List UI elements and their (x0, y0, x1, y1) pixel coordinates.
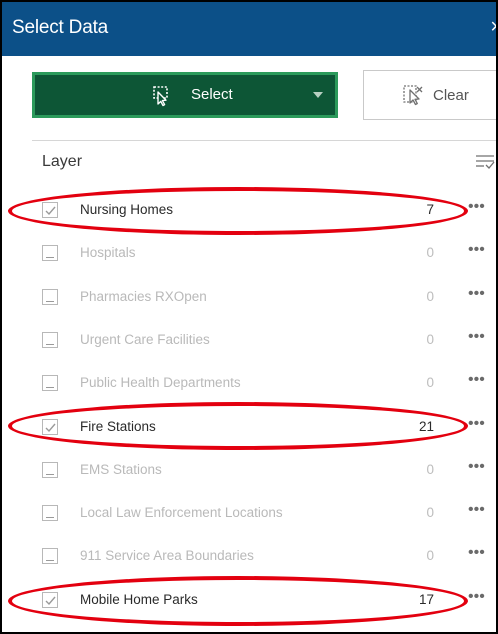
close-icon[interactable]: × (490, 16, 496, 39)
layer-row[interactable]: Mobile Home Parks 17 ••• (2, 579, 496, 622)
clear-button-label: Clear (433, 87, 469, 104)
more-options-icon[interactable]: ••• (468, 415, 485, 433)
checkbox-unchecked[interactable] (42, 245, 58, 262)
layer-selection-count: 0 (426, 245, 434, 261)
checkbox-checked[interactable] (42, 591, 58, 608)
layer-name: Public Health Departments (80, 375, 241, 391)
layer-selection-count: 7 (426, 202, 434, 217)
layer-name: Hospitals (80, 245, 136, 261)
divider (32, 140, 496, 141)
layer-row[interactable]: Public Health Departments 0 ••• (2, 362, 496, 405)
checkbox-unchecked[interactable] (42, 548, 58, 565)
layer-selection-count: 0 (426, 461, 434, 477)
layer-name: Nursing Homes (80, 202, 174, 217)
layer-selection-count: 21 (418, 418, 434, 434)
panel-title-bar: Select Data × (2, 2, 496, 56)
layer-row[interactable]: Fire Stations 21 ••• (2, 406, 496, 449)
checkbox-checked[interactable] (42, 418, 58, 435)
layer-selection-count: 0 (426, 288, 434, 304)
layer-row[interactable]: EMS Stations 0 ••• (2, 449, 496, 492)
layer-column-header: Layer (42, 153, 83, 170)
checkbox-unchecked[interactable] (42, 375, 58, 392)
checkbox-unchecked[interactable] (42, 288, 58, 305)
checkbox-unchecked[interactable] (42, 461, 58, 478)
layer-selection-count: 0 (426, 375, 434, 391)
layer-selection-count: 0 (426, 331, 434, 347)
more-options-icon[interactable]: ••• (468, 371, 485, 389)
more-options-icon[interactable]: ••• (468, 458, 485, 476)
chevron-down-icon[interactable] (313, 92, 323, 98)
checkbox-unchecked[interactable] (42, 505, 58, 522)
layer-name: 911 Service Area Boundaries (80, 548, 254, 564)
layer-row[interactable]: Nursing Homes 7 ••• (2, 189, 496, 232)
layer-selection-count: 17 (418, 591, 434, 607)
checkmark-icon (45, 206, 56, 216)
clear-selection-icon (402, 84, 424, 111)
checkbox-unchecked[interactable] (42, 331, 58, 348)
layer-name: Pharmacies RXOpen (80, 288, 207, 304)
select-button[interactable]: Select (32, 72, 338, 118)
filter-lines-icon[interactable] (474, 152, 496, 177)
more-options-icon[interactable]: ••• (468, 198, 485, 216)
checkmark-icon (45, 423, 56, 432)
layer-name: EMS Stations (80, 461, 162, 477)
more-options-icon[interactable]: ••• (468, 241, 485, 259)
select-by-rectangle-icon (149, 85, 171, 112)
more-options-icon[interactable]: ••• (468, 588, 485, 606)
layer-row[interactable]: 911 Service Area Boundaries 0 ••• (2, 535, 496, 578)
layer-name: Urgent Care Facilities (80, 331, 210, 347)
more-options-icon[interactable]: ••• (468, 285, 485, 303)
layer-row[interactable]: Local Law Enforcement Locations 0 ••• (2, 492, 496, 535)
layer-selection-count: 0 (426, 505, 434, 521)
layer-selection-count: 0 (426, 548, 434, 564)
layer-name: Mobile Home Parks (80, 591, 198, 607)
more-options-icon[interactable]: ••• (468, 544, 485, 562)
panel-title: Select Data (12, 17, 109, 38)
layer-name: Fire Stations (80, 418, 156, 434)
select-data-panel: Select Data × Select Clear Layer (0, 0, 498, 634)
clear-button[interactable]: Clear (363, 70, 496, 120)
select-button-label: Select (191, 86, 233, 103)
checkmark-icon (45, 596, 56, 605)
checkbox-checked[interactable] (42, 202, 58, 218)
layer-name: Local Law Enforcement Locations (80, 505, 283, 521)
layer-row[interactable]: Hospitals 0 ••• (2, 232, 496, 275)
layer-row[interactable]: Urgent Care Facilities 0 ••• (2, 319, 496, 362)
layer-row[interactable]: Pharmacies RXOpen 0 ••• (2, 276, 496, 319)
more-options-icon[interactable]: ••• (468, 328, 485, 346)
more-options-icon[interactable]: ••• (468, 501, 485, 519)
